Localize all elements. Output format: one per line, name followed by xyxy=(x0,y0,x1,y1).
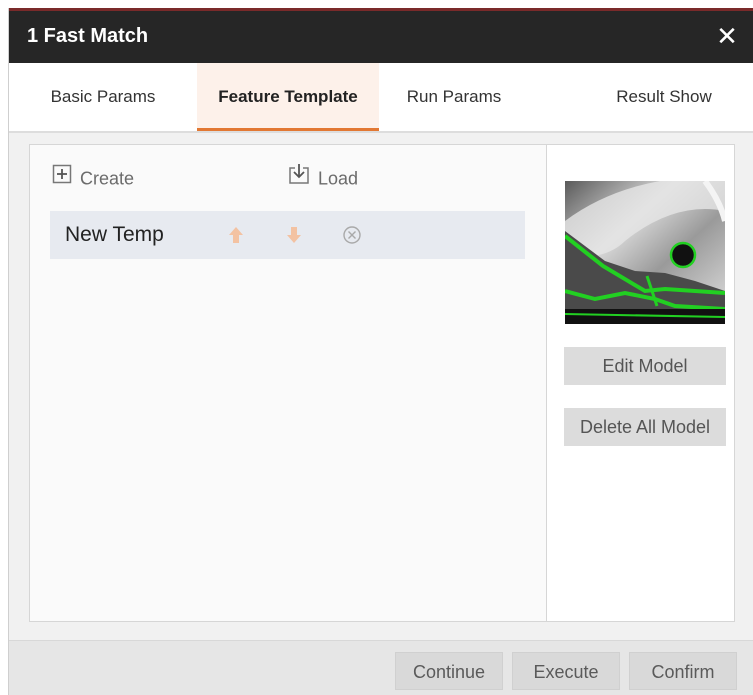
continue-button[interactable]: Continue xyxy=(395,652,503,690)
delete-all-model-button[interactable]: Delete All Model xyxy=(564,408,726,446)
arrow-down-icon[interactable] xyxy=(284,225,304,245)
close-icon[interactable]: ✕ xyxy=(712,21,742,51)
tab-basic-params[interactable]: Basic Params xyxy=(9,63,197,131)
execute-button[interactable]: Execute xyxy=(512,652,620,690)
create-label: Create xyxy=(80,168,135,189)
tab-result-show[interactable]: Result Show xyxy=(579,63,749,131)
template-list-panel: Create Load New Temp xyxy=(30,145,547,621)
footer-bar: Continue Execute Confirm xyxy=(9,640,753,695)
fast-match-dialog: 1 Fast Match ✕ Basic Params Feature Temp… xyxy=(8,8,753,695)
content-area: Create Load New Temp Edit Model Delete A… xyxy=(29,144,735,622)
edit-model-button[interactable]: Edit Model xyxy=(564,347,726,385)
template-row[interactable]: New Temp xyxy=(50,211,525,259)
tab-feature-template[interactable]: Feature Template xyxy=(197,63,379,131)
load-label: Load xyxy=(318,168,359,189)
tab-bar: Basic Params Feature Template Run Params… xyxy=(9,63,753,133)
template-name: New Temp xyxy=(65,223,164,246)
template-preview-image xyxy=(565,181,725,324)
tab-run-params[interactable]: Run Params xyxy=(379,63,529,131)
dialog-title: 1 Fast Match xyxy=(27,25,149,47)
plus-box-icon xyxy=(52,164,72,192)
delete-circle-icon[interactable] xyxy=(342,225,362,245)
arrow-up-icon[interactable] xyxy=(226,225,246,245)
confirm-button[interactable]: Confirm xyxy=(629,652,737,690)
load-button[interactable]: Load xyxy=(288,163,358,191)
title-bar: 1 Fast Match ✕ xyxy=(9,8,753,63)
model-side-panel: Edit Model Delete All Model xyxy=(547,145,734,621)
create-button[interactable]: Create xyxy=(52,163,134,191)
download-box-icon xyxy=(288,163,310,193)
